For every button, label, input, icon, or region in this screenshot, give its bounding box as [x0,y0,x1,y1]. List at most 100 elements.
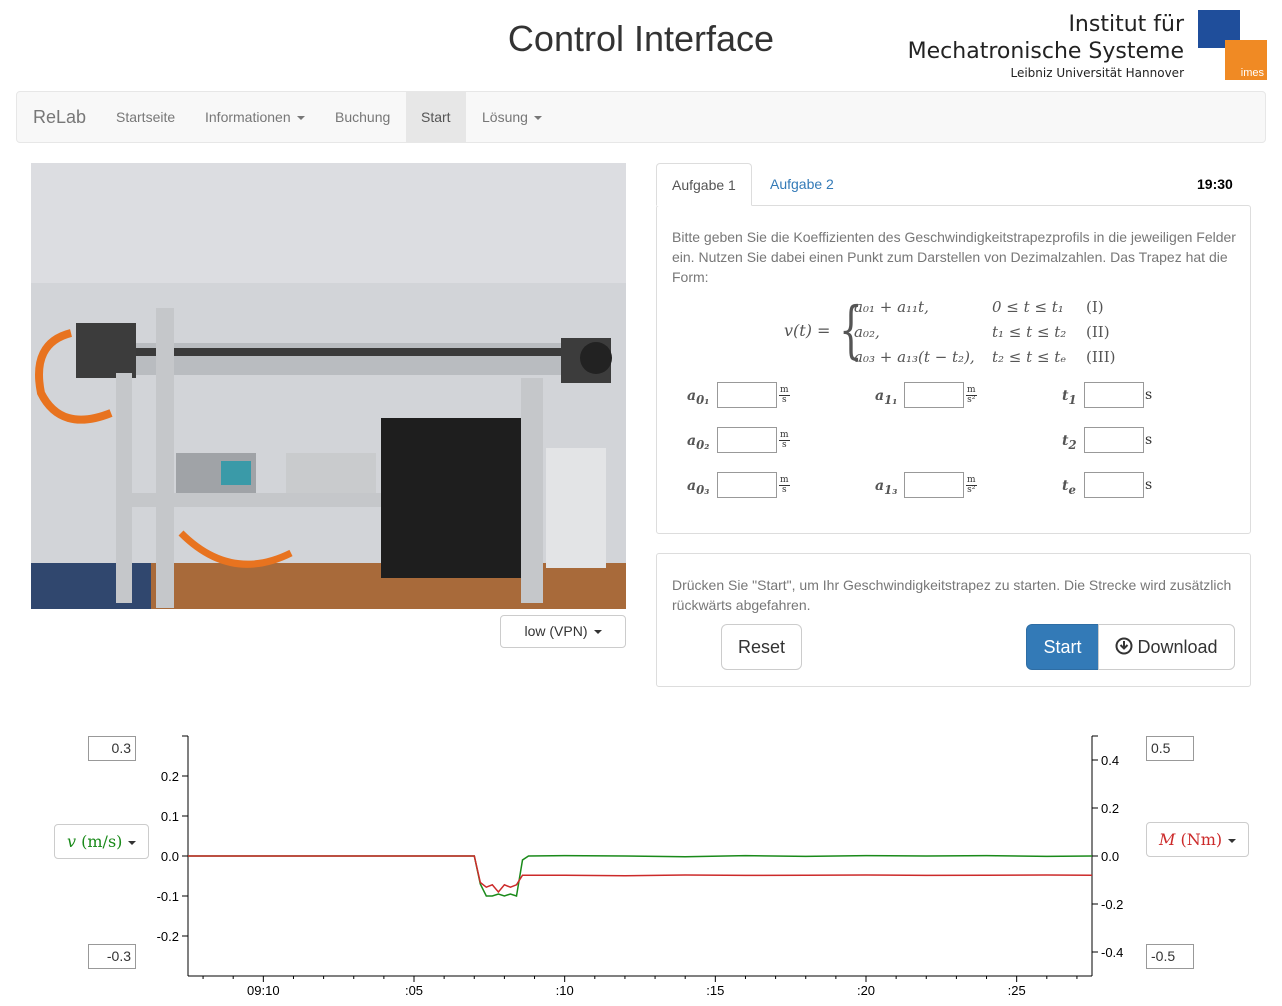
x-tick-label: :25 [1008,983,1026,998]
lab-setup-image [31,163,626,609]
nav-item-buchung[interactable]: Buchung [320,92,405,142]
nav-item-startseite[interactable]: Startseite [101,92,190,142]
label-symbol: a [687,433,697,449]
nav-item-start[interactable]: Start [406,92,466,142]
unit-denominator: s [781,485,787,495]
right-y-tick-label: 0.2 [1101,801,1119,816]
nav-item-loesung[interactable]: Lösung [467,92,557,142]
a13-label: a1₃ [875,478,897,497]
a01-input[interactable] [717,382,777,408]
a03-label: a0₃ [687,478,709,497]
a03-unit: ms [779,475,790,495]
formula-tag-3: (III) [1086,348,1116,366]
right-y-tick-label: -0.2 [1101,897,1123,912]
x-tick-label: :10 [556,983,574,998]
right-y-tick-label: 0.4 [1101,753,1119,768]
camera-feed [31,163,626,609]
nav-label: Start [421,109,451,125]
te-input[interactable] [1084,472,1144,498]
te-unit: s [1145,477,1153,493]
tab-aufgabe-1[interactable]: Aufgabe 1 [656,163,752,206]
unit-denominator: s [781,395,787,405]
label-subscript: 0₂ [696,437,710,452]
nav-item-informationen[interactable]: Informationen [190,92,320,142]
unit-denominator: s [781,440,787,450]
navbar: ReLab Startseite Informationen Buchung S… [16,91,1266,143]
nav-label: Buchung [335,109,391,125]
formula-cond-3: t₂ ≤ t ≤ tₑ [992,348,1067,366]
a03-input[interactable] [717,472,777,498]
nav-label: Startseite [116,109,176,125]
logo-mark: imes [1240,67,1264,79]
label-subscript: 1₃ [884,482,898,497]
velocity-formula: v(t) = { a₀₁ + a₁₁t, 0 ≤ t ≤ t₁ (I) a₀₂,… [784,296,1144,371]
caret-down-icon [593,630,602,635]
formula-expr-3: a₀₃ + a₁₃(t − t₂), [854,348,975,366]
countdown-timer: 19:30 [1197,176,1233,192]
t1-input[interactable] [1084,382,1144,408]
x-tick-label: 09:10 [247,983,280,998]
nav-label: Lösung [482,109,528,125]
formula-cond-2: t₁ ≤ t ≤ t₂ [992,323,1067,341]
reset-button[interactable]: Reset [721,624,802,670]
formula-lhs: v(t) = [784,321,831,340]
label-symbol: a [875,478,885,494]
x-tick-label: :20 [857,983,875,998]
caret-down-icon [533,116,542,121]
a13-input[interactable] [904,472,964,498]
logo-line-2: Mechatronische Systeme [907,39,1184,64]
a02-input[interactable] [717,427,777,453]
label-symbol: a [687,478,697,494]
download-label: Download [1137,637,1218,657]
torque-series-line [188,855,1093,894]
right-y-tick-label: 0.0 [1101,849,1119,864]
label-symbol: a [875,388,885,404]
label-symbol: a [687,388,697,404]
formula-tag-2: (II) [1086,323,1110,341]
t2-label: t2 [1062,433,1077,452]
a01-unit: ms [779,385,790,405]
left-y-tick-label: -0.1 [157,889,179,904]
x-tick-label: :15 [706,983,724,998]
formula-cond-1: 0 ≤ t ≤ t₁ [992,298,1064,316]
a13-unit: m s² [966,475,977,495]
tab-aufgabe-2[interactable]: Aufgabe 2 [755,163,849,206]
start-button[interactable]: Start [1026,624,1099,670]
a11-label: a1₁ [875,388,897,407]
video-quality-label: low (VPN) [524,623,588,639]
download-icon [1115,637,1133,655]
caret-down-icon [296,116,305,121]
task-panel: Bitte geben Sie die Koeffizienten des Ge… [656,205,1251,534]
unit-denominator: s² [967,395,976,405]
t2-input[interactable] [1084,427,1144,453]
formula-expr-2: a₀₂, [854,323,880,341]
download-button[interactable]: Download [1098,624,1235,670]
navbar-brand[interactable]: ReLab [33,107,86,128]
logo-line-1: Institut für [1068,12,1184,37]
left-y-tick-label: 0.2 [161,769,179,784]
a11-unit: m s² [966,385,977,405]
left-y-tick-label: -0.2 [157,929,179,944]
logo-orange-square: imes [1225,40,1267,80]
signal-chart: 0.2 0.1 0.0 -0.1 -0.2 0.4 0.2 0.0 -0.2 -0.4 09:10:… [157,735,1123,998]
a11-input[interactable] [904,382,964,408]
a01-label: a0₁ [687,388,709,407]
label-subscript: 1 [1068,392,1077,407]
right-y-tick-label: -0.4 [1101,945,1123,960]
a02-label: a0₂ [687,433,709,452]
t1-unit: s [1145,387,1153,403]
nav-label: Informationen [205,109,291,125]
unit-denominator: s² [967,485,976,495]
run-instructions: Drücken Sie "Start", um Ihr Geschwindigk… [672,577,1232,613]
label-subscript: 2 [1068,437,1077,452]
t2-unit: s [1145,432,1153,448]
formula-tag-1: (I) [1086,298,1104,316]
label-subscript: 1₁ [884,392,898,407]
te-label: te [1062,478,1076,497]
x-tick-label: :05 [405,983,423,998]
logo-line-3: Leibniz Universität Hannover [1010,66,1184,80]
left-y-tick-label: 0.0 [161,849,179,864]
a02-unit: ms [779,430,790,450]
label-subscript: 0₃ [696,482,710,497]
video-quality-dropdown[interactable]: low (VPN) [500,615,626,648]
